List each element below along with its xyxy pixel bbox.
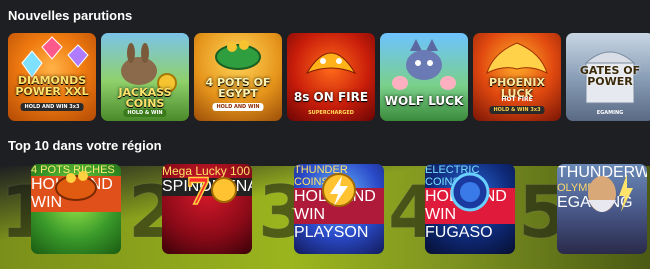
dragon-art-icon bbox=[305, 52, 357, 75]
game-tile-diamonds-power[interactable]: DIAMONDS POWER XXL HOLD AND WIN 3x3 bbox=[8, 33, 96, 121]
game-tile-jackass-coins[interactable]: JACKASS COINS HOLD & WIN bbox=[101, 33, 189, 121]
game-tile-gates-of-power[interactable]: GATES OF POWER EGAMING bbox=[566, 33, 650, 121]
game-tile-mega-lucky-100[interactable]: 7 Mega Lucky 100 SPINOMENAL bbox=[162, 164, 252, 254]
game-title: DIAMONDS POWER XXL bbox=[15, 74, 89, 98]
game-tile-8s-on-fire[interactable]: 8s ON FIRE SUPERCHARGED bbox=[287, 33, 375, 121]
game-subtitle: HOLD AND WIN bbox=[212, 103, 264, 111]
game-provider: EGAMING bbox=[596, 110, 624, 116]
game-tile-wolf-luck[interactable]: WOLF LUCK bbox=[380, 33, 468, 121]
game-tile-electric-coins[interactable]: ELECTRIC COINS HOLD AND WIN FUGASO bbox=[425, 164, 515, 254]
game-tile-4-pots-riches[interactable]: 4 POTS RICHES HOLD AND WIN bbox=[31, 164, 121, 254]
lightning-art-icon bbox=[322, 173, 356, 207]
zeus-art-icon bbox=[588, 174, 633, 212]
svg-text:7: 7 bbox=[186, 171, 211, 213]
seven-art-icon: 7 bbox=[185, 170, 237, 214]
game-tile-phoenix-luck[interactable]: PHOENIX LUCK HOT FIRE HOLD & WIN 3x3 bbox=[473, 33, 561, 121]
game-provider: HOLD & WIN 3x3 bbox=[489, 106, 545, 114]
game-title: WOLF LUCK bbox=[384, 94, 464, 108]
game-tile-4-pots-egypt[interactable]: 4 POTS OF EGYPT HOLD AND WIN bbox=[194, 33, 282, 121]
game-title: GATES OF POWER bbox=[579, 64, 641, 88]
game-subtitle: HOLD AND WIN 3x3 bbox=[20, 103, 84, 111]
game-subtitle: SUPERCHARGED bbox=[308, 110, 354, 116]
game-subtitle: HOLD & WIN bbox=[123, 109, 167, 117]
section-title-top10: Top 10 dans votre région bbox=[8, 138, 162, 153]
pot-art-icon bbox=[55, 171, 97, 201]
new-releases-row: DIAMONDS POWER XXL HOLD AND WIN 3x3 JACK… bbox=[8, 33, 650, 123]
game-tile-thunder-coins-xxl[interactable]: THUNDER COINS XXL HOLD AND WIN PLAYSON bbox=[294, 164, 384, 254]
coin-art-icon bbox=[450, 172, 490, 212]
game-subtitle: HOT FIRE bbox=[501, 96, 533, 103]
section-title-new-releases: Nouvelles parutions bbox=[8, 8, 133, 23]
game-tile-olympus[interactable]: THUNDERWAYS OLYMPUS EGAMING bbox=[557, 164, 647, 254]
game-title: 4 POTS OF EGYPT bbox=[205, 76, 271, 100]
game-title: JACKASS COINS bbox=[118, 86, 172, 110]
game-title: 8s ON FIRE bbox=[293, 90, 369, 104]
